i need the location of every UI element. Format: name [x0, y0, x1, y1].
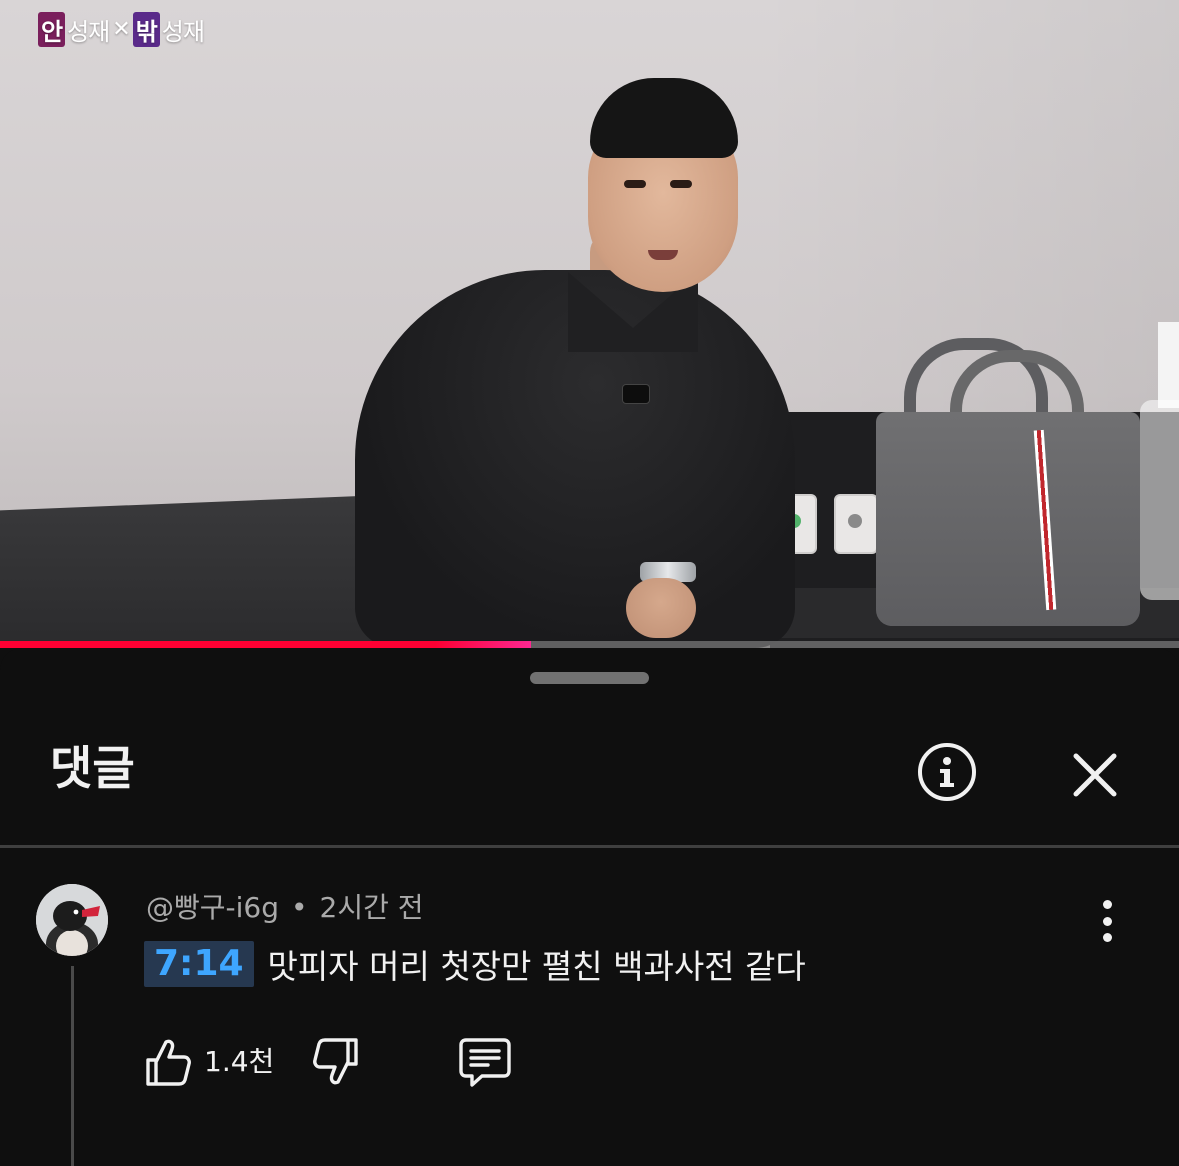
- comment-more-button[interactable]: [1090, 900, 1124, 942]
- close-icon: [1073, 753, 1117, 797]
- video-player[interactable]: 안 성재 ✕ 밖 성재: [0, 0, 1179, 648]
- timestamp-link[interactable]: 7:14: [144, 941, 254, 987]
- wall-outlet: [834, 494, 878, 554]
- person-hair: [590, 78, 738, 158]
- dislike-button[interactable]: [312, 1036, 360, 1088]
- reply-icon: [459, 1038, 511, 1087]
- like-icon: [146, 1039, 191, 1086]
- channel-watermark: 안 성재 ✕ 밖 성재: [38, 11, 205, 47]
- meta-separator: •: [291, 891, 308, 924]
- comment-time: 2시간 전: [319, 891, 424, 924]
- close-button[interactable]: [1068, 748, 1122, 802]
- like-button[interactable]: [144, 1036, 192, 1088]
- person-eye: [624, 180, 646, 188]
- plastic-bag: [1140, 400, 1179, 600]
- video-progress-bar[interactable]: [0, 641, 1179, 648]
- watermark-separator: ✕: [112, 16, 130, 42]
- more-vert-icon-dot: [1102, 916, 1112, 926]
- comment-author[interactable]: @빵구-i6g: [146, 891, 279, 924]
- avatar[interactable]: [36, 884, 108, 956]
- person-eye: [670, 180, 692, 188]
- drag-handle[interactable]: [530, 672, 649, 684]
- comment-text: 맛피자 머리 첫장만 펼친 백과사전 같다: [267, 947, 806, 986]
- info-icon: [940, 757, 954, 787]
- comments-sheet: 댓글 @빵구-i6g • 2시간 전 7:14 맛피자 머리 첫장만 펼친 백과…: [0, 648, 1179, 1166]
- tote-bag: [876, 412, 1140, 626]
- watermark-box-1: 안: [38, 11, 66, 47]
- watermark-text-2: 성재: [161, 17, 205, 46]
- more-vert-icon: [1102, 900, 1112, 909]
- info-button[interactable]: [918, 743, 976, 801]
- comment-body: 7:14 맛피자 머리 첫장만 펼친 백과사전 같다: [144, 940, 806, 988]
- comments-title: 댓글: [50, 741, 135, 795]
- comment-meta: @빵구-i6g • 2시간 전: [146, 892, 424, 924]
- like-count: 1.4천: [204, 1045, 275, 1078]
- header-divider: [0, 845, 1179, 848]
- lapel-mic: [622, 384, 650, 404]
- wall-paper-sign: [1158, 322, 1179, 408]
- watermark-text-1: 성재: [67, 17, 110, 46]
- person-hand: [626, 578, 696, 638]
- thread-line: [71, 966, 74, 1166]
- reply-button[interactable]: [458, 1036, 512, 1088]
- watermark-box-2: 밖: [132, 11, 160, 47]
- penguin-avatar-icon: [36, 884, 108, 956]
- more-vert-icon-dot: [1102, 933, 1112, 942]
- dislike-icon: [313, 1038, 358, 1085]
- video-progress-fill: [0, 641, 531, 648]
